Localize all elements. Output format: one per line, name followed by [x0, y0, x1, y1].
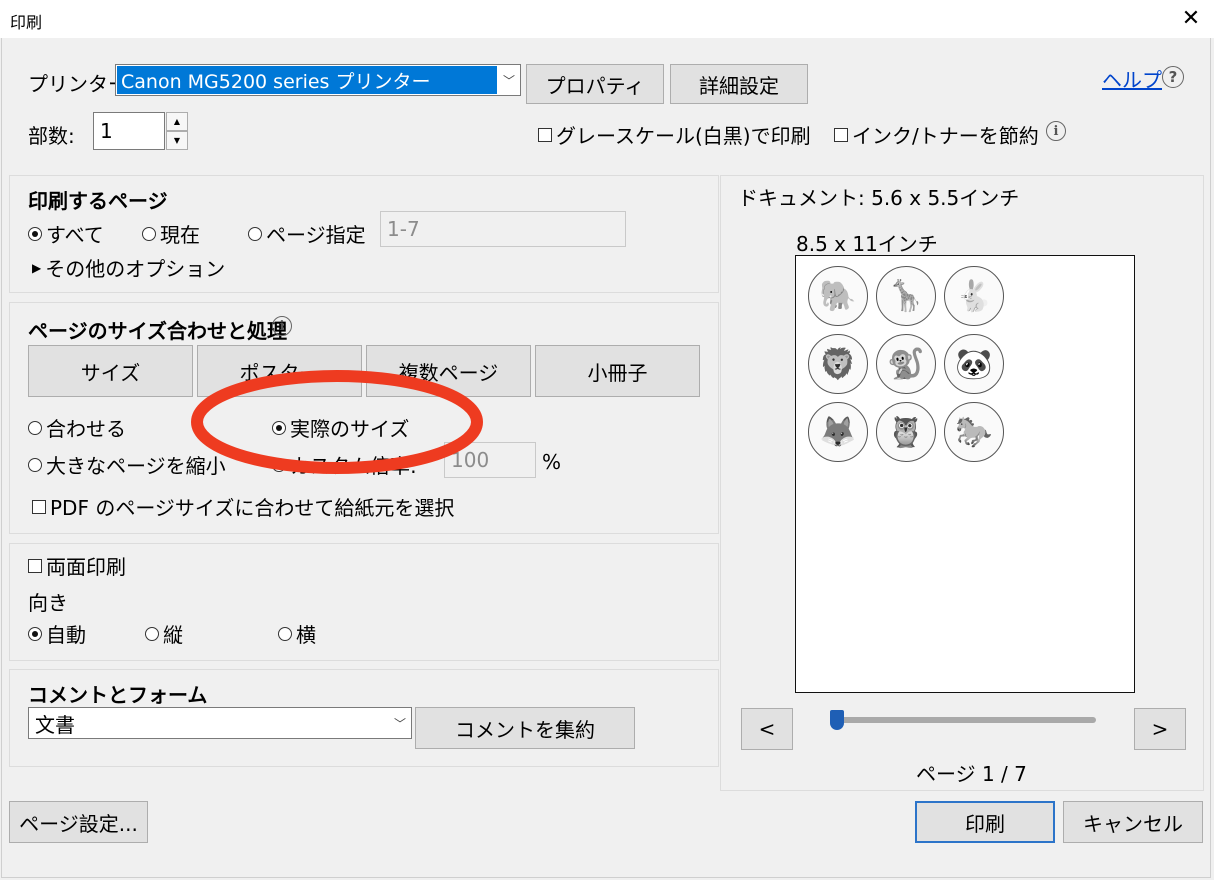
info-icon[interactable]: i	[1046, 121, 1066, 141]
pages-current-option[interactable]: 現在	[142, 219, 200, 248]
lion-icon: 🦁	[808, 334, 868, 394]
rabbit-icon: 🐇	[944, 266, 1004, 326]
shrink-radio[interactable]	[28, 457, 42, 472]
giraffe-icon: 🦒	[876, 266, 936, 326]
page-setup-button[interactable]: ページ設定...	[9, 801, 148, 843]
copies-label: 部数:	[28, 124, 75, 148]
grayscale-option[interactable]: グレースケール(白黒)で印刷	[538, 120, 811, 149]
page-indicator: ページ 1 / 7	[916, 762, 1027, 786]
printer-select-value: Canon MG5200 series プリンター	[117, 66, 497, 94]
preview-next-button[interactable]: >	[1134, 708, 1186, 750]
pages-current-radio[interactable]	[142, 226, 156, 241]
orientation-landscape-label: 横	[296, 623, 316, 647]
more-options-label: その他のオプション	[45, 257, 226, 281]
orientation-landscape-option[interactable]: 横	[278, 619, 316, 648]
sizing-heading: ページのサイズ合わせと処理	[28, 319, 287, 343]
tab-size[interactable]: サイズ	[28, 345, 193, 397]
orientation-portrait-radio[interactable]	[145, 626, 159, 641]
paper-source-option[interactable]: PDF のページサイズに合わせて給紙元を選択	[32, 492, 454, 521]
window-title: 印刷	[10, 13, 43, 32]
print-button[interactable]: 印刷	[915, 801, 1055, 843]
sizing-info-icon[interactable]: i	[272, 316, 292, 336]
orientation-heading: 向き	[28, 591, 68, 615]
fit-radio[interactable]	[28, 420, 42, 435]
paper-source-label: PDF のページサイズに合わせて給紙元を選択	[50, 496, 455, 520]
comments-heading: コメントとフォーム	[28, 683, 208, 707]
comments-select[interactable]: 文書 ﹀	[28, 707, 412, 739]
chevron-down-icon[interactable]: ﹀	[389, 715, 411, 732]
preview-prev-button[interactable]: <	[741, 708, 793, 750]
more-options-toggle[interactable]: ▶ その他のオプション	[32, 253, 225, 282]
pages-range-radio[interactable]	[248, 226, 262, 241]
orientation-auto-radio[interactable]	[28, 626, 42, 641]
advanced-button[interactable]: 詳細設定	[670, 64, 808, 104]
copies-input[interactable]: 1	[93, 112, 165, 150]
close-icon[interactable]: ✕	[1180, 6, 1202, 31]
cancel-button[interactable]: キャンセル	[1063, 801, 1203, 843]
printer-select[interactable]: Canon MG5200 series プリンター ﹀	[115, 64, 521, 96]
fox-icon: 🦊	[808, 402, 868, 462]
chevron-down-icon[interactable]: ﹀	[498, 72, 520, 89]
orientation-portrait-option[interactable]: 縦	[145, 619, 183, 648]
pages-all-option[interactable]: すべて	[28, 219, 104, 248]
preview-page: 🐘 🦒 🐇 🦁 🐒 🐼 🦊 🦉 🐎	[795, 255, 1135, 693]
title-bar	[0, 0, 1214, 38]
fit-option[interactable]: 合わせる	[28, 413, 126, 442]
orientation-portrait-label: 縦	[163, 623, 183, 647]
pages-heading: 印刷するページ	[28, 189, 168, 213]
summarize-comments-button[interactable]: コメントを集約	[415, 707, 635, 749]
fit-label: 合わせる	[46, 417, 126, 441]
pages-current-label: 現在	[160, 223, 200, 247]
properties-button[interactable]: プロパティ	[526, 64, 664, 104]
pages-all-radio[interactable]	[28, 226, 42, 241]
save-ink-checkbox[interactable]	[834, 127, 848, 142]
spin-down-icon[interactable]: ▼	[166, 131, 188, 150]
horse-icon: 🐎	[944, 402, 1004, 462]
preview-slider-thumb[interactable]	[830, 710, 844, 730]
duplex-option[interactable]: 両面印刷	[28, 551, 126, 580]
duplex-checkbox[interactable]	[28, 558, 42, 573]
document-size-label: ドキュメント: 5.6 x 5.5インチ	[738, 186, 1020, 210]
preview-slider-track[interactable]	[830, 710, 1096, 730]
triangle-right-icon[interactable]: ▶	[32, 261, 41, 275]
help-link[interactable]: ヘルプ	[1102, 64, 1162, 93]
orientation-auto-label: 自動	[46, 623, 86, 647]
pages-all-label: すべて	[46, 223, 104, 247]
pages-range-label: ページ指定	[266, 223, 366, 247]
annotation-ellipse-stroke	[191, 370, 483, 474]
percent-label: %	[542, 450, 562, 474]
owl-icon: 🦉	[876, 402, 936, 462]
grayscale-checkbox[interactable]	[538, 127, 552, 142]
pages-range-input[interactable]: 1-7	[380, 211, 626, 247]
pages-range-option[interactable]: ページ指定	[248, 219, 366, 248]
save-ink-label: インク/トナーを節約	[852, 124, 1039, 148]
grayscale-label: グレースケール(白黒)で印刷	[556, 124, 811, 148]
duplex-label: 両面印刷	[46, 555, 126, 579]
comments-select-value: 文書	[35, 712, 75, 737]
spin-up-icon[interactable]: ▲	[166, 112, 188, 131]
help-icon[interactable]: ?	[1162, 66, 1184, 88]
orientation-landscape-radio[interactable]	[278, 626, 292, 641]
save-ink-option[interactable]: インク/トナーを節約	[834, 120, 1039, 149]
panda-icon: 🐼	[944, 334, 1004, 394]
paper-source-checkbox[interactable]	[32, 499, 46, 514]
tab-booklet[interactable]: 小冊子	[535, 345, 700, 397]
elephant-icon: 🐘	[808, 266, 868, 326]
annotation-ellipse	[191, 370, 483, 474]
orientation-auto-option[interactable]: 自動	[28, 619, 86, 648]
monkey-icon: 🐒	[876, 334, 936, 394]
paper-size-label: 8.5 x 11インチ	[796, 232, 938, 256]
